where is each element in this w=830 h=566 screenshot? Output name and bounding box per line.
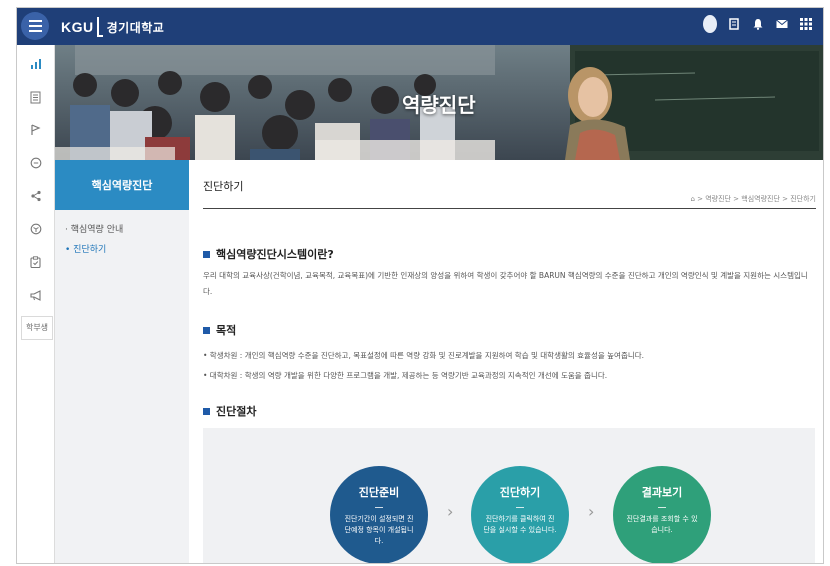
app-window: KGU 경기대학교 학부생 역량진단 핵심역량진단 · 핵심역량 안내 • 진단…: [16, 7, 824, 564]
hero-banner: 역량진단: [55, 45, 823, 160]
section-heading: 핵심역량진단: [55, 160, 189, 210]
top-icon-group: [703, 15, 813, 33]
chevron-right-icon: ›: [447, 502, 454, 521]
purpose-section-heading: 목적: [203, 322, 236, 338]
step-prepare: 진단준비 진단기간이 설정되면 진단예정 항목이 개설됩니다.: [330, 466, 428, 563]
step-divider: [375, 507, 383, 508]
step-divider: [658, 507, 666, 508]
section-marker-icon: [203, 407, 210, 415]
step-results[interactable]: 결과보기 진단결과를 조회할 수 있습니다.: [613, 466, 711, 563]
user-avatar-icon[interactable]: [703, 15, 717, 33]
logo-text: KGU: [61, 19, 94, 35]
procedure-diagram: 진단준비 진단기간이 설정되면 진단예정 항목이 개설됩니다. › 진단하기 진…: [203, 428, 815, 563]
title-divider: [203, 208, 816, 209]
logo-korean-text: 경기대학교: [106, 21, 165, 35]
step-title: 진단하기: [499, 486, 541, 499]
procedure-section-heading: 진단절차: [203, 403, 256, 419]
step-diagnose[interactable]: 진단하기 진단하기를 클릭하여 진단을 실시할 수 있습니다.: [471, 466, 569, 563]
section-marker-icon: [203, 250, 210, 258]
step-description: 진단결과를 조회할 수 있습니다.: [626, 515, 698, 534]
section-sidebar: 핵심역량진단 · 핵심역량 안내 • 진단하기: [55, 160, 189, 563]
bell-icon[interactable]: [751, 17, 765, 31]
grid-icon[interactable]: [799, 17, 813, 31]
flag-icon[interactable]: [17, 115, 54, 145]
mail-icon[interactable]: [775, 17, 789, 31]
clipboard-icon[interactable]: [17, 247, 54, 277]
user-type-button[interactable]: 학부생: [21, 316, 53, 340]
purpose-item-student: • 학생차원 : 개인의 핵심역량 수준을 진단하고, 목표설정에 따른 역량 …: [203, 351, 645, 360]
megaphone-icon[interactable]: [17, 280, 54, 310]
procedure-heading-text: 진단절차: [216, 405, 257, 418]
top-navigation-bar: KGU 경기대학교: [17, 8, 823, 45]
hero-title: 역량진단: [402, 93, 476, 117]
intro-paragraph: 우리 대학의 교육사상(건학이념, 교육목적, 교육목표)에 기반한 인재상의 …: [203, 271, 808, 296]
nav-item-core-competency-guide[interactable]: · 핵심역량 안내: [55, 220, 189, 240]
logo-mark: [96, 17, 103, 37]
intro-heading-text: 핵심역량진단시스템이란?: [216, 248, 334, 261]
purpose-item-university: • 대학차원 : 학생의 역량 개발을 위한 다양한 프로그램을 개발, 제공하…: [203, 371, 608, 380]
chat-icon[interactable]: [17, 148, 54, 178]
nav-item-take-diagnosis[interactable]: • 진단하기: [55, 240, 189, 260]
step-description: 진단하기를 클릭하여 진단을 실시할 수 있습니다.: [483, 515, 557, 534]
hamburger-menu-icon[interactable]: [21, 12, 49, 40]
purpose-heading-text: 목적: [216, 324, 237, 337]
main-content: 진단하기 ⌂ > 역량진단 > 핵심역량진단 > 진단하기 핵심역량진단시스템이…: [200, 160, 816, 563]
site-logo[interactable]: KGU 경기대학교: [61, 17, 164, 37]
step-title: 진단준비: [358, 486, 400, 499]
cube-icon[interactable]: [17, 214, 54, 244]
step-divider: [516, 507, 524, 508]
section-marker-icon: [203, 326, 210, 334]
share-icon[interactable]: [17, 181, 54, 211]
breadcrumb[interactable]: ⌂ > 역량진단 > 핵심역량진단 > 진단하기: [690, 194, 816, 204]
page-title: 진단하기: [203, 180, 244, 193]
document-icon[interactable]: [17, 82, 54, 112]
icon-sidebar: 학부생: [17, 45, 55, 563]
chevron-right-icon: ›: [588, 502, 595, 521]
chart-icon[interactable]: [17, 49, 54, 79]
document-icon[interactable]: [727, 17, 741, 31]
step-description: 진단기간이 설정되면 진단예정 항목이 개설됩니다.: [344, 515, 414, 545]
intro-section-heading: 핵심역량진단시스템이란?: [203, 246, 334, 262]
step-title: 결과보기: [641, 486, 683, 499]
